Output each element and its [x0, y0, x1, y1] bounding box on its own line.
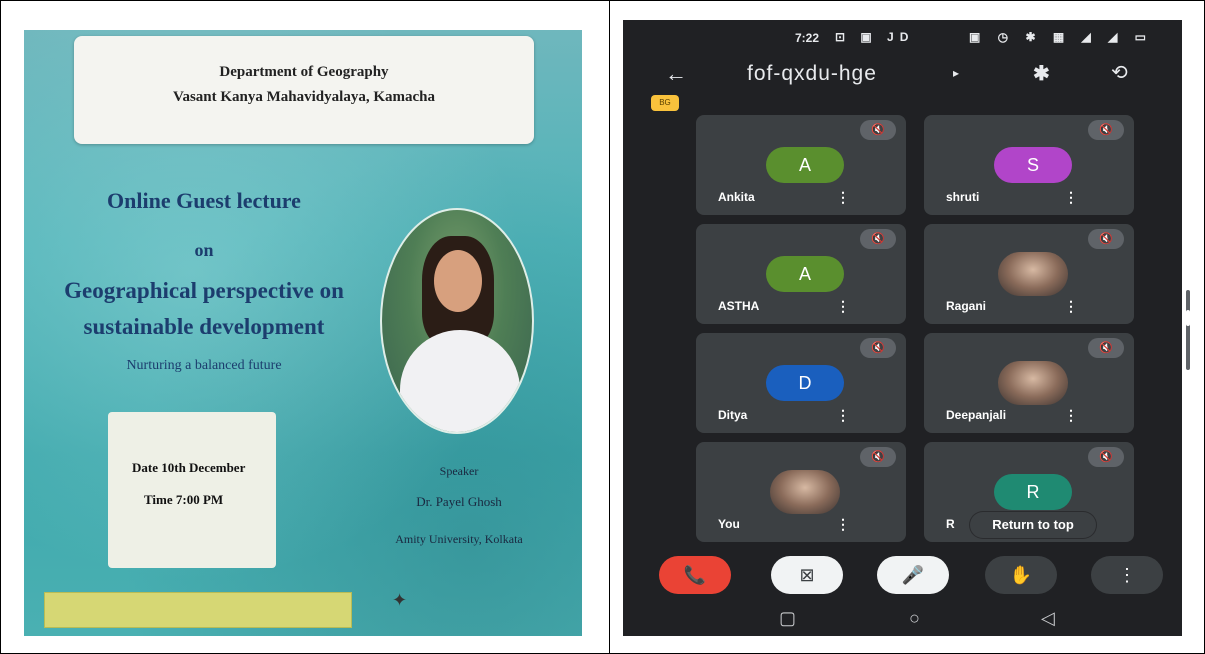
- call-controls: 📞 ⊠ 🎤 ✋ ⋮: [623, 552, 1182, 602]
- poster-title-line2: on: [194, 240, 214, 260]
- mic-toggle-button[interactable]: 🎤: [877, 556, 949, 594]
- event-time: Time 7:00 PM: [144, 492, 224, 507]
- date-time-box: Date 10th December Time 7:00 PM: [108, 412, 276, 568]
- cursor-icon: ✦: [392, 590, 408, 610]
- participant-photo: [770, 470, 840, 514]
- participant-name: ASTHA: [718, 299, 760, 313]
- status-time: 7:22: [795, 31, 820, 45]
- bluetooth-icon[interactable]: ✱: [1033, 61, 1050, 86]
- more-options-button[interactable]: ⋮: [1091, 556, 1163, 594]
- raise-hand-button[interactable]: ✋: [985, 556, 1057, 594]
- participant-menu-icon[interactable]: ⋮: [836, 516, 850, 533]
- camera-toggle-button[interactable]: ⊠: [771, 556, 843, 594]
- participant-name: Ankita: [718, 190, 755, 204]
- poster-title-line4: sustainable development: [83, 314, 325, 339]
- speaker-photo: [380, 208, 534, 434]
- participant-menu-icon[interactable]: ⋮: [836, 407, 850, 424]
- recents-nav-icon[interactable]: ▢: [779, 608, 796, 629]
- participant-name: Ditya: [718, 408, 748, 422]
- participant-avatar: R: [994, 474, 1072, 510]
- meet-phone-screen: 7:22 ⊡ ▣ JD ▣ ◷ ✱ ▦ ◢ ◢ ▭ ← fof-qxdu-hge…: [623, 20, 1182, 636]
- participant-menu-icon[interactable]: ⋮: [836, 189, 850, 206]
- participant-tile[interactable]: 🔇 Sshruti ⋮: [924, 115, 1134, 215]
- mic-muted-icon: 🔇: [1088, 447, 1124, 467]
- column-divider: [609, 0, 610, 654]
- mic-muted-icon: 🔇: [860, 338, 896, 358]
- event-date: Date 10th December: [132, 460, 246, 475]
- end-call-button[interactable]: 📞: [659, 556, 731, 594]
- chevron-right-icon[interactable]: ▸: [953, 66, 959, 80]
- department-name: Department of Geography: [219, 64, 389, 80]
- participant-avatar: A: [766, 147, 844, 183]
- speaker-body: [400, 330, 520, 432]
- participant-tile[interactable]: 🔇 Deepanjali ⋮: [924, 333, 1134, 433]
- participant-menu-icon[interactable]: ⋮: [1064, 298, 1078, 315]
- home-nav-icon[interactable]: ○: [909, 608, 920, 629]
- speaker-face: [434, 250, 482, 312]
- participant-tile[interactable]: 🔇 D Ditya ⋮: [696, 333, 906, 433]
- return-to-top-button[interactable]: Return to top: [970, 512, 1096, 538]
- participant-avatar: D: [766, 365, 844, 401]
- status-notification-icons: ⊡ ▣ JD: [835, 30, 915, 44]
- page-scrollbar[interactable]: [1186, 290, 1191, 370]
- participant-tile[interactable]: 🔇 A ASTHA ⋮: [696, 224, 906, 324]
- poster-header-box: Department of Geography Vasant Kanya Mah…: [74, 36, 534, 144]
- participant-name: Ragani: [946, 299, 987, 313]
- mic-muted-icon: 🔇: [1088, 338, 1124, 358]
- status-system-icons: ▣ ◷ ✱ ▦ ◢ ◢ ▭: [969, 30, 1153, 44]
- mic-muted-icon: 🔇: [1088, 120, 1124, 140]
- participant-name: You: [718, 517, 740, 531]
- captions-chip[interactable]: BG: [651, 95, 679, 111]
- meeting-top-bar: ← fof-qxdu-hge ▸ ✱ ⟲: [623, 52, 1182, 98]
- speaker-label: Speaker: [439, 464, 479, 478]
- poster-title-line3: Geographical perspective on: [64, 278, 344, 303]
- android-nav-bar: ▢ ○ ◁: [623, 602, 1182, 636]
- participant-menu-icon[interactable]: ⋮: [1064, 189, 1078, 206]
- participant-avatar: A: [766, 256, 844, 292]
- back-arrow-icon[interactable]: ←: [665, 61, 687, 87]
- end-call-icon: 📞: [683, 565, 707, 585]
- poster-subtitle: Nurturing a balanced future: [126, 358, 282, 373]
- participant-tile[interactable]: 🔇 A Ankita ⋮: [696, 115, 906, 215]
- participant-name: shruti: [946, 190, 980, 204]
- participant-name: Deepanjali: [946, 408, 1007, 422]
- participant-tile[interactable]: 🔇 Ragani ⋮: [924, 224, 1134, 324]
- back-nav-icon[interactable]: ◁: [1041, 608, 1055, 629]
- status-bar: 7:22 ⊡ ▣ JD ▣ ◷ ✱ ▦ ◢ ◢ ▭: [623, 20, 1182, 52]
- poster-footer-bar: [44, 592, 352, 628]
- college-name: Vasant Kanya Mahavidyalaya, Kamacha: [173, 89, 435, 105]
- participant-menu-icon[interactable]: ⋮: [1064, 407, 1078, 424]
- lecture-poster-photo: Department of Geography Vasant Kanya Mah…: [24, 30, 582, 636]
- switch-camera-icon[interactable]: ⟲: [1111, 60, 1128, 85]
- mic-muted-icon: 🔇: [860, 120, 896, 140]
- poster-title-line1: Online Guest lecture: [107, 188, 301, 213]
- mic-off-icon: 🎤: [901, 565, 925, 585]
- mic-muted-icon: 🔇: [860, 447, 896, 467]
- speaker-name: Dr. Payel Ghosh: [416, 494, 502, 509]
- participant-avatar: S: [994, 147, 1072, 183]
- speaker-affiliation: Amity University, Kolkata: [395, 532, 523, 546]
- camera-off-icon: ⊠: [799, 565, 815, 585]
- meeting-code[interactable]: fof-qxdu-hge: [747, 62, 877, 86]
- participant-photo: [998, 252, 1068, 296]
- more-vert-icon: ⋮: [1118, 565, 1136, 585]
- mic-muted-icon: 🔇: [860, 229, 896, 249]
- mic-muted-icon: 🔇: [1088, 229, 1124, 249]
- participant-tile[interactable]: 🔇 You ⋮: [696, 442, 906, 542]
- participant-menu-icon[interactable]: ⋮: [836, 298, 850, 315]
- raise-hand-icon: ✋: [1009, 565, 1033, 585]
- participant-name: R: [946, 517, 955, 531]
- participant-photo: [998, 361, 1068, 405]
